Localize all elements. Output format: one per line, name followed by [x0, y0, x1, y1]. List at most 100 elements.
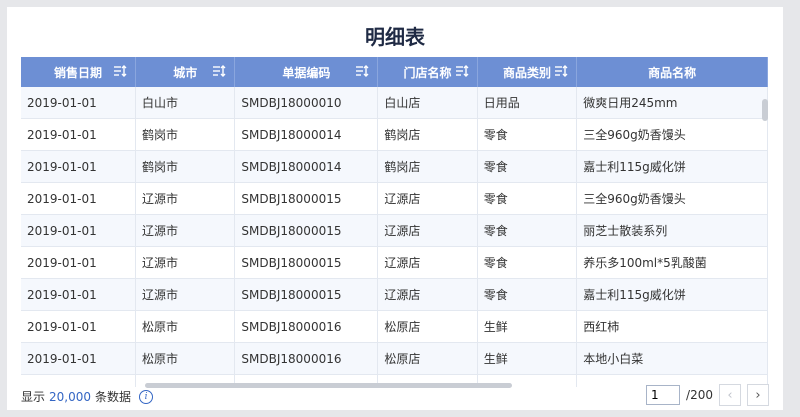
column-header[interactable]: 销售日期 [21, 57, 136, 87]
table-cell: 白山店 [377, 87, 478, 119]
table-cell: 嘉士利115g威化饼 [576, 150, 768, 183]
pagination: /200 ‹ › [646, 384, 769, 406]
table-cell: 零食 [477, 214, 578, 247]
table-row[interactable]: 2019-01-01 辽源市 SMDBJ18000015 辽源店 零食 三全960g奶香馒… [21, 182, 768, 215]
table-cell: 零食 [477, 246, 578, 279]
table-cell: 2019-01-01 [21, 150, 136, 183]
table-cell: 鹤岗店 [377, 150, 478, 183]
table-cell: 零食 [477, 182, 578, 215]
column-header[interactable]: 商品名称 [576, 57, 768, 87]
column-header[interactable]: 商品类别 [477, 57, 578, 87]
table-cell: 养乐多100ml*5乳酸菌 [576, 246, 768, 279]
table-cell: 2019-01-01 [21, 214, 136, 247]
table-cell: 辽源店 [377, 278, 478, 311]
page-number-input[interactable] [646, 385, 681, 405]
table-cell: 松原市 [135, 310, 236, 343]
table-cell: 松原店 [377, 310, 478, 343]
prev-page-button[interactable]: ‹ [719, 384, 741, 406]
table-row[interactable]: 2019-01-01 鹤岗市 SMDBJ18000014 鹤岗店 零食 三全960g奶香馒… [21, 118, 768, 151]
table-cell: 零食 [477, 118, 578, 151]
table-cell: 本地小白菜 [576, 342, 768, 375]
record-count: 显示 20,000 条数据 i [21, 388, 154, 405]
table-cell: 2019-01-01 [21, 182, 136, 215]
table-cell: SMDBJ18000015 [234, 246, 379, 279]
column-header-label: 商品类别 [502, 65, 551, 80]
table-cell: 松原市 [135, 342, 236, 375]
table-cell: 鹤岗市 [135, 118, 236, 151]
chevron-right-icon: › [755, 387, 761, 403]
table-cell: SMDBJ18000010 [234, 87, 379, 119]
horizontal-scrollbar-thumb[interactable] [145, 383, 512, 388]
table-cell: 三全960g奶香馒头 [576, 182, 768, 215]
sort-icon[interactable] [212, 64, 226, 78]
sort-icon[interactable] [355, 64, 369, 78]
column-header-label: 商品名称 [648, 65, 697, 80]
record-count-prefix: 显示 [21, 390, 46, 404]
table-cell: 2019-01-01 [21, 310, 136, 343]
detail-table-card: 明细表 销售日期 城市 单据编码 门店名称 商品类别 商品名称 2019-01-01 白山市… [7, 7, 783, 410]
table-container: 销售日期 城市 单据编码 门店名称 商品类别 商品名称 2019-01-01 白山市 SMDB… [21, 57, 768, 387]
record-count-value: 20,000 [49, 389, 92, 404]
column-header[interactable]: 门店名称 [377, 57, 478, 87]
table-cell: 微爽日用245mm [576, 87, 768, 119]
column-header[interactable]: 城市 [135, 57, 236, 87]
table-title: 明细表 [365, 25, 425, 49]
table-cell: SMDBJ18000014 [234, 150, 379, 183]
table-cell: 2019-01-01 [21, 87, 136, 119]
table-cell: 松原店 [377, 342, 478, 375]
table-header-row: 销售日期 城市 单据编码 门店名称 商品类别 商品名称 [21, 57, 768, 87]
record-count-suffix: 条数据 [95, 390, 132, 404]
table-body: 2019-01-01 白山市 SMDBJ18000010 白山店 日用品 微爽日用245m… [21, 87, 768, 387]
sort-icon[interactable] [455, 64, 469, 78]
column-header-label: 城市 [173, 65, 198, 80]
table-cell: SMDBJ18000016 [234, 310, 379, 343]
vertical-scrollbar[interactable] [762, 99, 768, 121]
table-cell: 2019-01-01 [21, 342, 136, 375]
table-cell: 辽源市 [135, 182, 236, 215]
table-cell: 辽源市 [135, 278, 236, 311]
table-cell: SMDBJ18000016 [234, 342, 379, 375]
table-cell: 三全960g奶香馒头 [576, 118, 768, 151]
info-icon[interactable]: i [139, 389, 154, 404]
table-cell: 零食 [477, 278, 578, 311]
table-cell: 零食 [477, 150, 578, 183]
table-cell: 嘉士利115g威化饼 [576, 278, 768, 311]
detail-table: 销售日期 城市 单据编码 门店名称 商品类别 商品名称 2019-01-01 白山市 SMDB… [21, 57, 768, 387]
table-cell: 辽源店 [377, 214, 478, 247]
table-row[interactable]: 2019-01-01 松原市 SMDBJ18000016 松原店 生鲜 本地小白菜 [21, 342, 768, 375]
chevron-left-icon: ‹ [727, 387, 733, 403]
column-header-label: 单据编码 [282, 65, 331, 80]
table-cell: SMDBJ18000015 [234, 182, 379, 215]
table-row[interactable]: 2019-01-01 鹤岗市 SMDBJ18000014 鹤岗店 零食 嘉士利115g威化… [21, 150, 768, 183]
table-cell: 2019-01-01 [21, 278, 136, 311]
table-cell: 丽芝士散装系列 [576, 214, 768, 247]
column-header-label: 销售日期 [53, 65, 102, 80]
table-cell: 鹤岗店 [377, 118, 478, 151]
table-cell: SMDBJ18000014 [234, 118, 379, 151]
table-row[interactable]: 2019-01-01 辽源市 SMDBJ18000015 辽源店 零食 丽芝士散装系列 [21, 214, 768, 247]
table-cell: 2019-01-01 [21, 118, 136, 151]
table-row[interactable]: 2019-01-01 辽源市 SMDBJ18000015 辽源店 零食 嘉士利115g威化… [21, 278, 768, 311]
column-header-label: 门店名称 [403, 65, 452, 80]
table-cell: 日用品 [477, 87, 578, 119]
table-cell: 白山市 [135, 87, 236, 119]
table-row[interactable]: 2019-01-01 辽源市 SMDBJ18000015 辽源店 零食 养乐多100ml*… [21, 246, 768, 279]
table-row[interactable]: 2019-01-01 松原市 SMDBJ18000016 松原店 生鲜 西红柿 [21, 310, 768, 343]
table-cell: 辽源市 [135, 246, 236, 279]
table-cell: 西红柿 [576, 310, 768, 343]
next-page-button[interactable]: › [747, 384, 769, 406]
sort-icon[interactable] [554, 64, 568, 78]
table-cell: 生鲜 [477, 310, 578, 343]
table-cell: 辽源市 [135, 214, 236, 247]
table-cell: SMDBJ18000015 [234, 278, 379, 311]
table-cell: SMDBJ18000015 [234, 214, 379, 247]
table-cell: 生鲜 [477, 342, 578, 375]
table-cell: 2019-01-01 [21, 246, 136, 279]
total-pages: /200 [686, 388, 713, 402]
table-row[interactable]: 2019-01-01 白山市 SMDBJ18000010 白山店 日用品 微爽日用245m… [21, 87, 768, 119]
table-cell: 辽源店 [377, 182, 478, 215]
sort-icon[interactable] [113, 64, 127, 78]
table-cell: 辽源店 [377, 246, 478, 279]
table-cell: 鹤岗市 [135, 150, 236, 183]
column-header[interactable]: 单据编码 [234, 57, 379, 87]
